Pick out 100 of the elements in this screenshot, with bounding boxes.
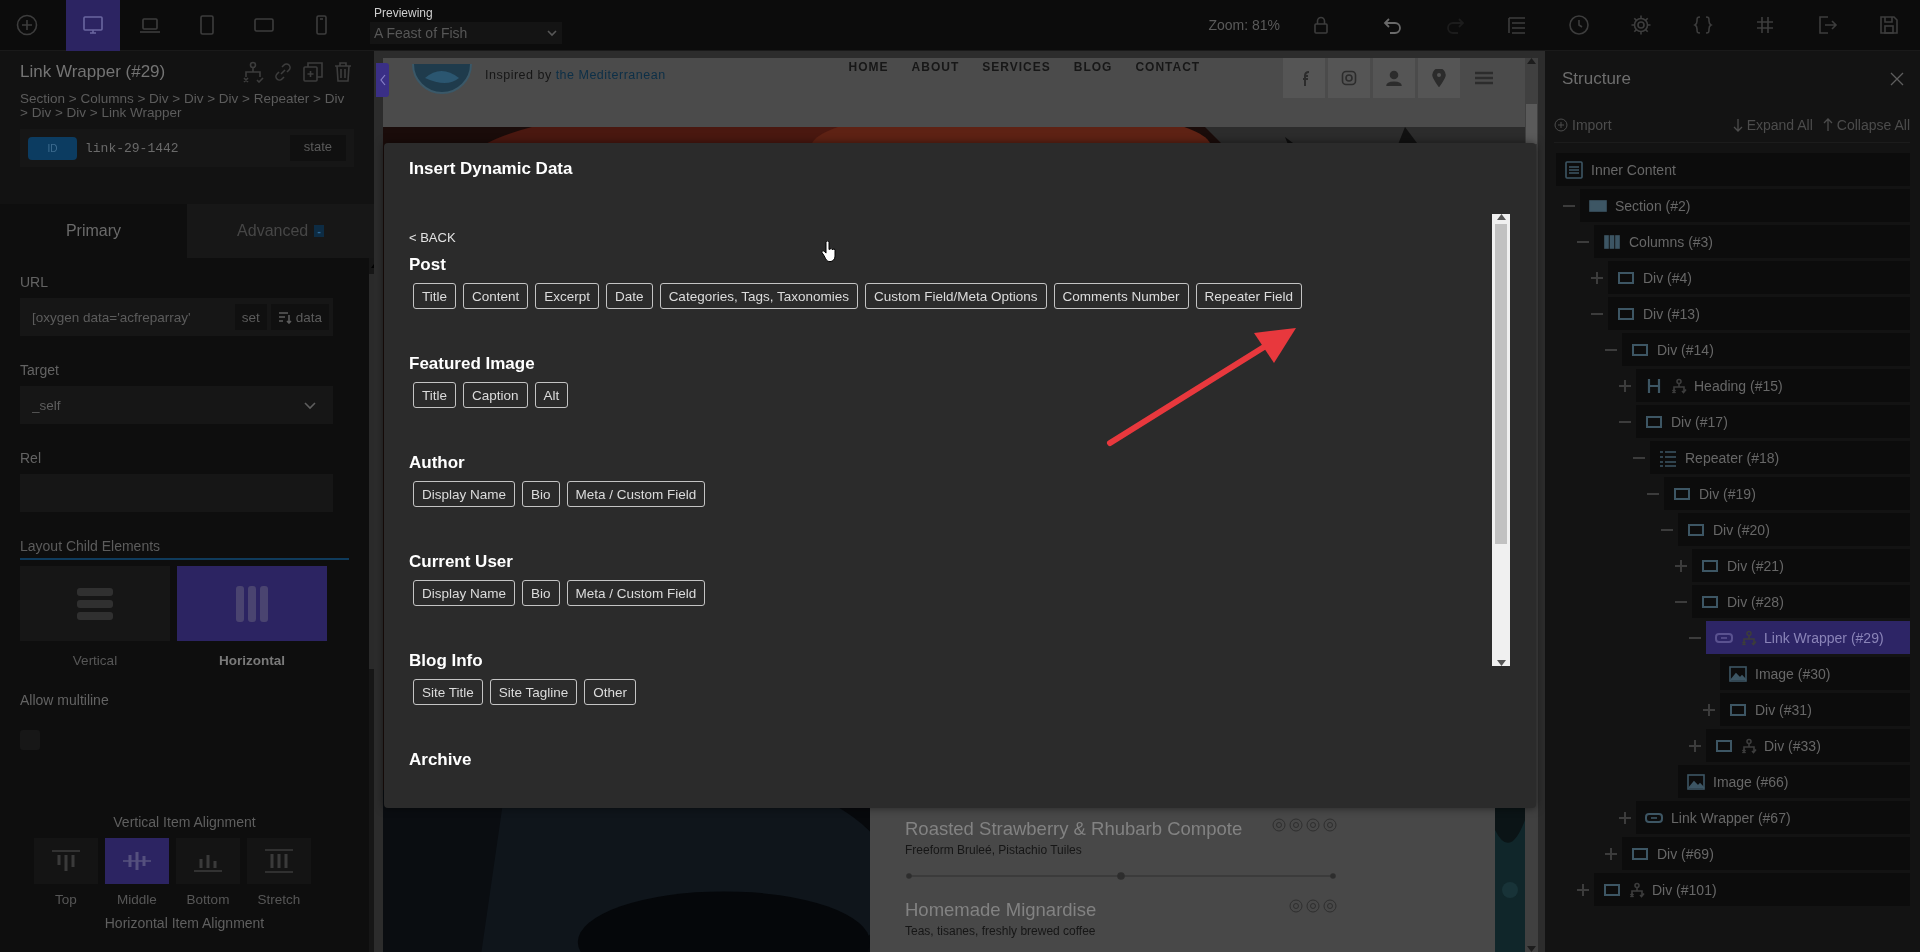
multiline-label: Allow multiline bbox=[20, 692, 110, 708]
data-option-button[interactable]: Display Name bbox=[413, 580, 516, 606]
data-option-button[interactable]: Meta / Custom Field bbox=[566, 481, 706, 507]
collapse-all-button[interactable]: Collapse All bbox=[1822, 116, 1910, 133]
tree-item[interactable]: Div (#17) bbox=[1636, 405, 1910, 438]
section-heading: Horizontal Item Alignment bbox=[103, 915, 266, 931]
add-icon[interactable] bbox=[16, 14, 38, 36]
tree-item[interactable]: Div (#21) bbox=[1692, 549, 1910, 582]
data-option-button[interactable]: Repeater Field bbox=[1195, 283, 1303, 309]
state-button[interactable]: state bbox=[289, 135, 346, 161]
alignment-option[interactable] bbox=[176, 838, 240, 884]
data-option-button[interactable]: Content bbox=[463, 283, 529, 309]
tree-item[interactable]: Div (#33) bbox=[1706, 729, 1910, 762]
menu-item-name: Homemade Mignardise bbox=[905, 899, 1097, 921]
tree-item[interactable]: Heading (#15) bbox=[1636, 369, 1910, 402]
data-option-button[interactable]: Custom Field/Meta Options bbox=[865, 283, 1047, 309]
data-option-button[interactable]: Bio bbox=[522, 481, 560, 507]
tree-item[interactable]: Div (#101) bbox=[1594, 873, 1910, 906]
settings-icon[interactable] bbox=[1630, 14, 1652, 36]
tree-item[interactable]: Div (#13) bbox=[1608, 297, 1910, 330]
tree-item[interactable]: Inner Content bbox=[1556, 153, 1910, 186]
data-button[interactable]: data bbox=[270, 304, 329, 330]
tree-item[interactable]: Section (#2) bbox=[1580, 189, 1910, 222]
alignment-option[interactable] bbox=[105, 838, 169, 884]
data-option-button[interactable]: Excerpt bbox=[535, 283, 600, 309]
plus-icon[interactable] bbox=[1619, 379, 1631, 392]
chevron-down-icon bbox=[546, 27, 558, 39]
tree-item[interactable]: Div (#19) bbox=[1664, 477, 1910, 510]
device-button[interactable] bbox=[66, 0, 120, 51]
alignment-option[interactable] bbox=[34, 838, 98, 884]
horizontal-layout-option[interactable] bbox=[177, 566, 327, 641]
tree-item[interactable]: Div (#4) bbox=[1608, 261, 1910, 294]
data-option-button[interactable]: Title bbox=[413, 382, 456, 408]
plus-icon[interactable] bbox=[1703, 703, 1715, 716]
code-braces-icon[interactable] bbox=[1692, 14, 1714, 36]
plus-icon[interactable] bbox=[1577, 883, 1589, 896]
back-link[interactable]: < BACK bbox=[409, 230, 456, 245]
rows-icon bbox=[75, 585, 115, 622]
scroll-up-icon bbox=[1496, 214, 1506, 220]
tree-item[interactable]: Columns (#3) bbox=[1594, 225, 1910, 258]
location-pin-icon[interactable] bbox=[1432, 69, 1446, 87]
tree-item[interactable]: Div (#28) bbox=[1692, 585, 1910, 618]
hierarchy-icon[interactable] bbox=[242, 61, 264, 83]
data-option-button[interactable]: Other bbox=[584, 679, 637, 705]
option-label: Stretch bbox=[257, 892, 301, 907]
tree-item[interactable]: Div (#14) bbox=[1622, 333, 1910, 366]
data-option-button[interactable]: Categories, Tags, Taxonomies bbox=[659, 283, 858, 309]
expand-all-button[interactable]: Expand All bbox=[1732, 116, 1813, 133]
save-icon[interactable] bbox=[1878, 14, 1900, 36]
set-button[interactable]: set bbox=[234, 304, 267, 330]
data-option-button[interactable]: Date bbox=[606, 283, 653, 309]
plus-icon[interactable] bbox=[1591, 271, 1603, 284]
tree-item[interactable]: Div (#20) bbox=[1678, 513, 1910, 546]
plus-icon[interactable] bbox=[1605, 847, 1617, 860]
data-option-button[interactable]: Caption bbox=[463, 382, 528, 408]
target-select[interactable]: _self bbox=[20, 386, 333, 424]
element-title: Link Wrapper (#29) bbox=[20, 62, 166, 82]
vertical-layout-option[interactable] bbox=[20, 566, 170, 641]
tree-item[interactable]: Link Wrapper (#29) bbox=[1706, 621, 1910, 654]
data-option-button[interactable]: Bio bbox=[522, 580, 560, 606]
tree-item[interactable]: Link Wrapper (#67) bbox=[1636, 801, 1910, 834]
trash-icon[interactable] bbox=[332, 61, 354, 83]
tree-item[interactable]: Image (#66) bbox=[1678, 765, 1910, 798]
scrollbar[interactable] bbox=[1492, 214, 1510, 666]
group-heading: Author bbox=[409, 453, 466, 473]
panel-collapse-button[interactable] bbox=[376, 63, 389, 97]
data-option-button[interactable]: Display Name bbox=[413, 481, 516, 507]
close-icon[interactable] bbox=[1890, 72, 1904, 86]
tree-item[interactable]: Div (#31) bbox=[1720, 693, 1910, 726]
grid-icon[interactable] bbox=[1754, 14, 1776, 36]
plus-icon[interactable] bbox=[1619, 811, 1631, 824]
plus-icon[interactable] bbox=[1675, 559, 1687, 572]
history-icon[interactable] bbox=[1568, 14, 1590, 36]
exit-icon[interactable] bbox=[1816, 14, 1838, 36]
scroll-down-icon bbox=[1527, 946, 1536, 952]
page-select[interactable]: A Feast of Fish bbox=[370, 22, 562, 44]
tree-item[interactable]: Repeater (#18) bbox=[1650, 441, 1910, 474]
user-icon[interactable] bbox=[1386, 70, 1402, 86]
scrollbar-thumb[interactable] bbox=[1495, 224, 1507, 544]
data-option-button[interactable]: Comments Number bbox=[1053, 283, 1189, 309]
plus-icon[interactable] bbox=[1689, 739, 1701, 752]
stack-icon[interactable] bbox=[1506, 14, 1528, 36]
tree-item[interactable]: Image (#30) bbox=[1720, 657, 1910, 690]
data-option-button[interactable]: Meta / Custom Field bbox=[566, 580, 706, 606]
data-option-button[interactable]: Site Tagline bbox=[489, 679, 578, 705]
tree-item[interactable]: Div (#69) bbox=[1622, 837, 1910, 870]
menu-icon[interactable] bbox=[1474, 71, 1494, 85]
rel-label: Rel bbox=[20, 450, 42, 466]
option-label: Middle bbox=[117, 892, 157, 907]
url-field[interactable]: [oxygen data='acfreparray' set data bbox=[20, 298, 333, 336]
data-option-button[interactable]: Site Title bbox=[413, 679, 483, 705]
duplicate-icon[interactable] bbox=[302, 61, 324, 83]
instagram-icon[interactable] bbox=[1341, 70, 1357, 86]
zoom-level: Zoom: 81% bbox=[1208, 17, 1280, 33]
link-icon[interactable] bbox=[272, 61, 294, 83]
import-button[interactable]: Import bbox=[1554, 116, 1612, 133]
alignment-option[interactable] bbox=[247, 838, 311, 884]
data-option-button[interactable]: Title bbox=[413, 283, 456, 309]
data-option-button[interactable]: Alt bbox=[534, 382, 569, 408]
scrollbar-thumb[interactable] bbox=[1526, 104, 1537, 144]
